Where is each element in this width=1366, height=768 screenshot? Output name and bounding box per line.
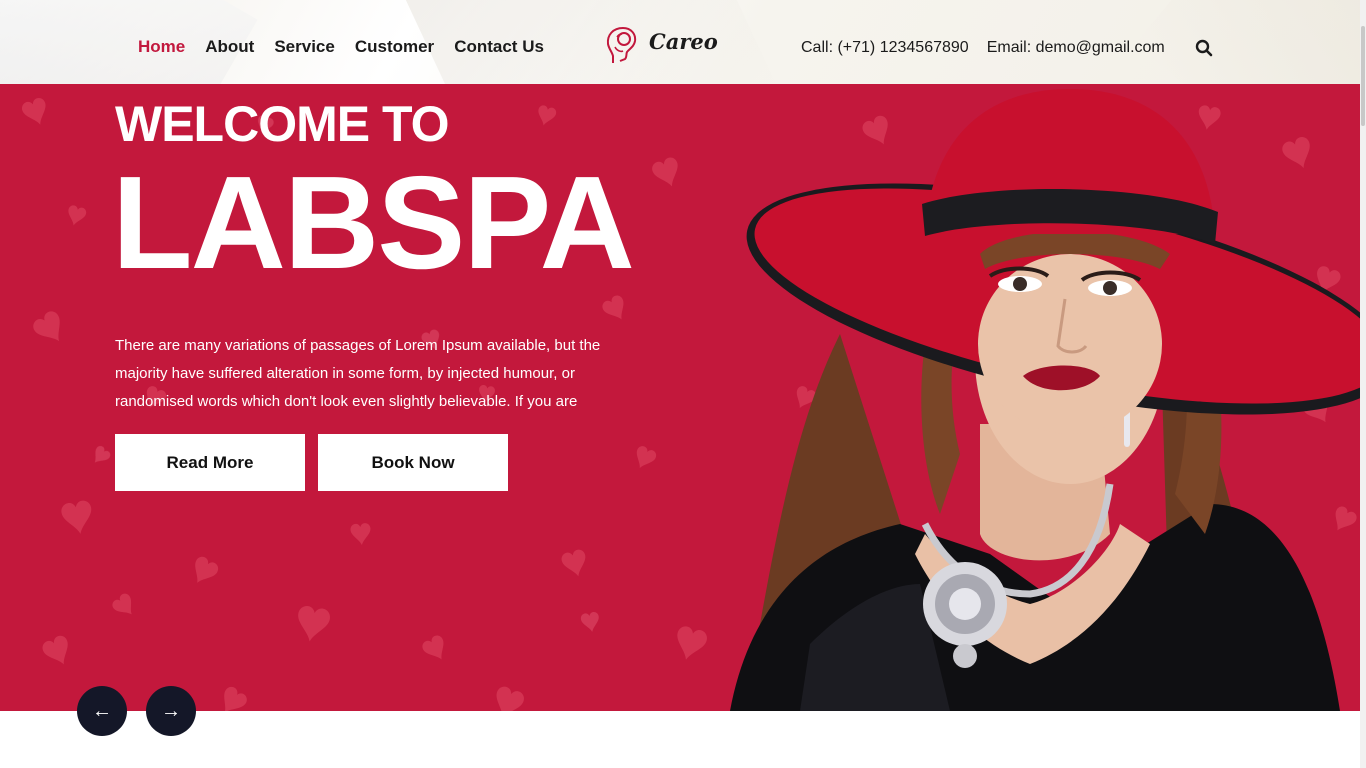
arrow-left-icon: ← (92, 700, 112, 722)
nav-home[interactable]: Home (138, 37, 185, 57)
read-more-button[interactable]: Read More (115, 434, 305, 491)
arrow-right-icon: → (161, 700, 181, 722)
contact-info: Call: (+71) 1234567890 Email: demo@gmail… (801, 38, 1165, 58)
page-scrollbar[interactable] (1360, 0, 1366, 768)
nav-about[interactable]: About (205, 37, 254, 57)
site-header: Home About Service Customer Contact Us C… (0, 0, 1366, 84)
book-now-button[interactable]: Book Now (318, 434, 508, 491)
hero-banner: WELCOME TO LABSPA There are many variati… (0, 84, 1366, 711)
nav-contact-us[interactable]: Contact Us (454, 37, 544, 57)
header-decoration (1135, 0, 1366, 84)
slider-next-button[interactable]: → (146, 686, 196, 736)
hero-kicker: WELCOME TO (115, 96, 450, 152)
nav-customer[interactable]: Customer (355, 37, 434, 57)
face-logo-icon (606, 27, 637, 63)
hero-title: LABSPA (112, 149, 635, 296)
slider-prev-button[interactable]: ← (77, 686, 127, 736)
email-text: Email: demo@gmail.com (986, 39, 1165, 56)
model-in-red-hat-image (730, 89, 1366, 711)
phone-text: Call: (+71) 1234567890 (801, 39, 969, 56)
main-nav: Home About Service Customer Contact Us (138, 37, 564, 57)
hero-description: There are many variations of passages of… (115, 337, 601, 410)
logo-text: Careo (649, 29, 718, 54)
search-icon[interactable] (1195, 39, 1213, 57)
site-logo[interactable]: Careo (603, 24, 718, 66)
scrollbar-thumb[interactable] (1361, 26, 1365, 126)
nav-service[interactable]: Service (274, 37, 335, 57)
